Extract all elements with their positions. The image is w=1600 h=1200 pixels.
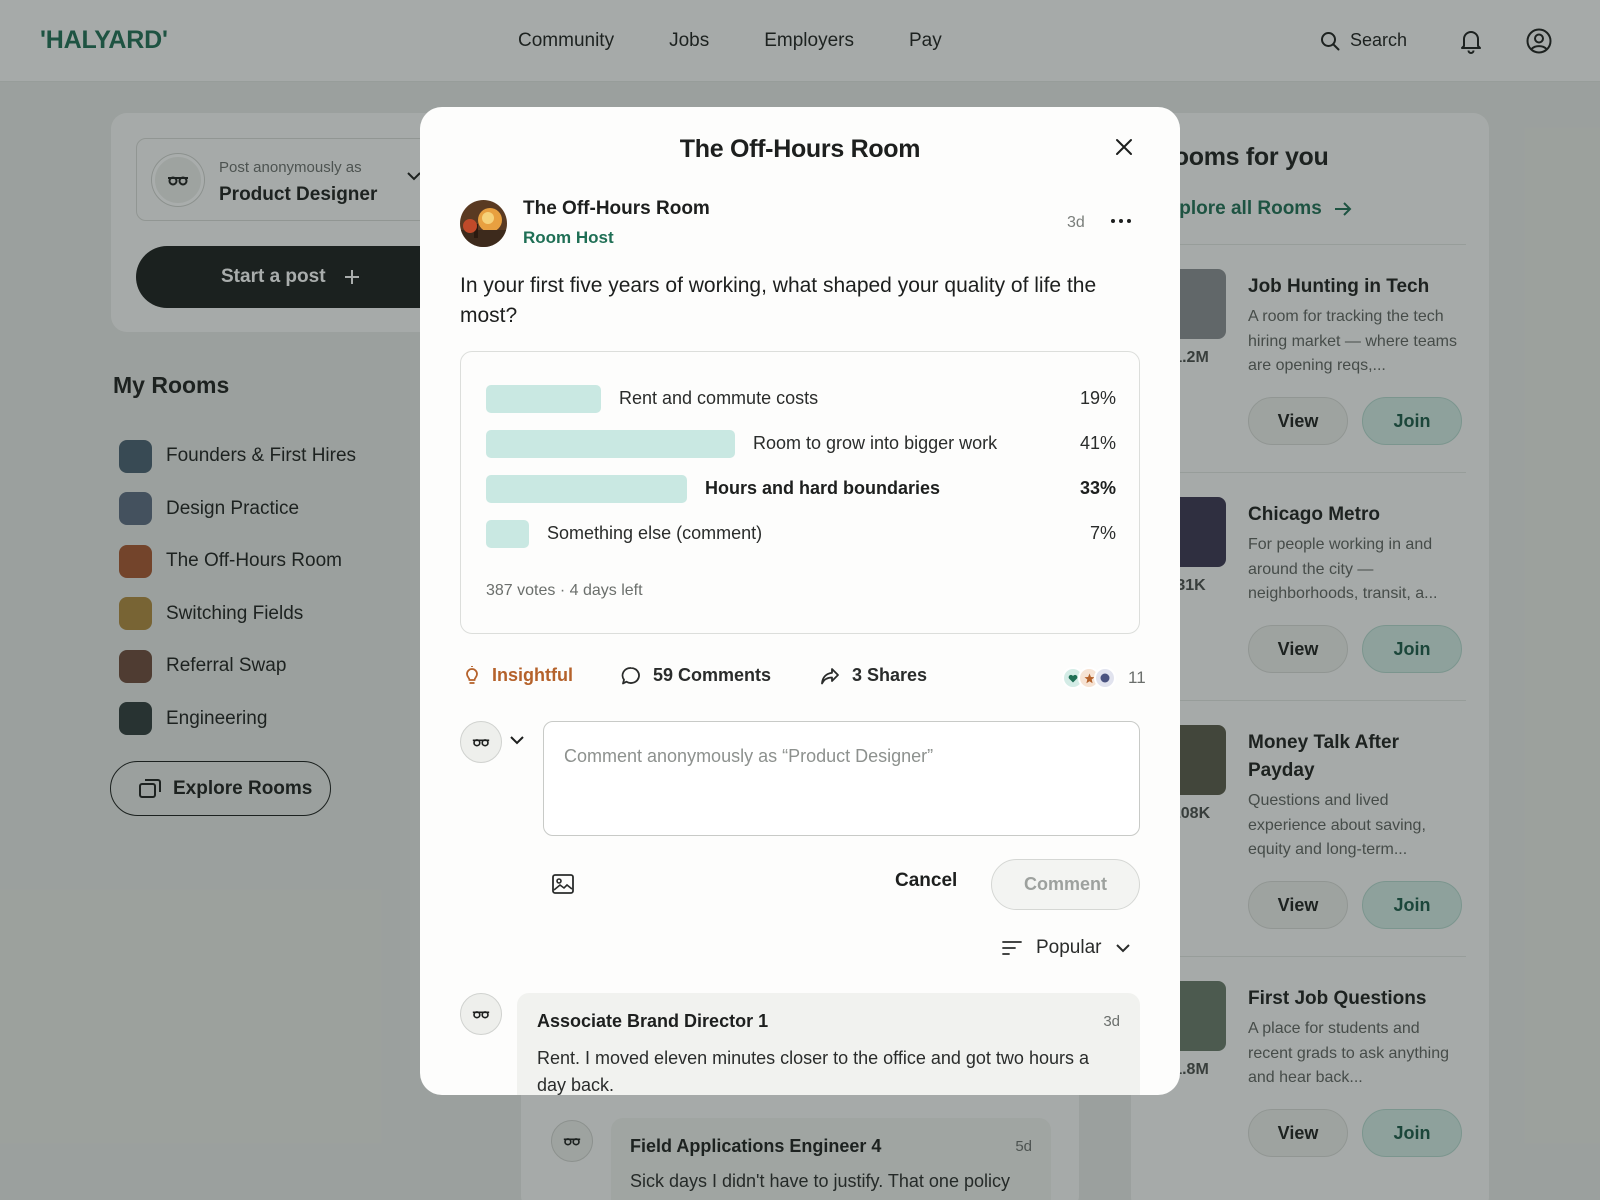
comment-input[interactable] — [544, 722, 1139, 835]
close-button[interactable] — [1115, 138, 1133, 161]
comment-time: 3d — [1103, 1013, 1120, 1030]
commenter-avatar[interactable] — [460, 721, 502, 763]
modal-title: The Off-Hours Room — [679, 135, 921, 163]
share-icon — [821, 667, 839, 684]
room-avatar — [460, 200, 507, 247]
comment-bubble: Associate Brand Director 1 3d Rent. I mo… — [517, 993, 1140, 1095]
anonymous-avatar — [460, 993, 502, 1035]
post-modal: The Off-Hours Room The Off-Hours Room Ro… — [420, 107, 1180, 1095]
post-author[interactable]: The Off-Hours Room — [523, 198, 710, 220]
poll-option-label: Something else (comment) — [547, 523, 763, 543]
chevron-down-icon — [1115, 944, 1130, 953]
poll-bar — [486, 385, 601, 413]
poll-option-selected[interactable]: Hours and hard boundaries 33% — [486, 475, 1116, 503]
poll-option-label: Hours and hard boundaries — [705, 478, 941, 498]
poll-option-percent: 41% — [1079, 433, 1116, 453]
comment-input-wrapper — [543, 721, 1140, 836]
image-icon — [552, 874, 574, 894]
comments-button[interactable]: 59 Comments — [621, 665, 771, 686]
insightful-button[interactable]: Insightful — [464, 665, 573, 686]
poll-option[interactable]: Rent and commute costs 19% — [486, 385, 1116, 413]
comment-icon — [621, 666, 640, 684]
author-role: Room Host — [523, 228, 614, 247]
comment-text: Rent. I moved eleven minutes closer to t… — [537, 1048, 1089, 1095]
sort-dropdown[interactable]: Popular — [1002, 937, 1130, 959]
shares-label: 3 Shares — [852, 665, 928, 685]
poll-option[interactable]: Room to grow into bigger work 41% — [486, 430, 1116, 458]
submit-comment-button[interactable]: Comment — [991, 859, 1140, 910]
more-options-button[interactable] — [1110, 211, 1132, 229]
incognito-icon — [472, 1011, 490, 1019]
poll-option[interactable]: Something else (comment) 7% — [486, 520, 1116, 548]
poll-option-percent: 19% — [1079, 388, 1116, 408]
poll-option-label: Rent and commute costs — [619, 388, 819, 408]
attach-image-button[interactable] — [552, 874, 574, 899]
poll: Rent and commute costs 19% Room to grow … — [460, 351, 1140, 634]
comments-label: 59 Comments — [653, 665, 772, 685]
reactions-summary[interactable]: 11 — [1062, 667, 1146, 689]
post-actions: Insightful 59 Comments 3 Shares 11 — [464, 665, 1146, 695]
post-time: 3d — [1067, 214, 1085, 231]
reactions-count: 11 — [1128, 668, 1146, 687]
comment-author[interactable]: Associate Brand Director 1 — [537, 1011, 768, 1032]
poll-option-percent: 7% — [1089, 523, 1116, 543]
poll-bar — [486, 520, 529, 548]
poll-option-percent: 33% — [1079, 478, 1116, 498]
poll-option-label: Room to grow into bigger work — [753, 433, 998, 453]
poll-meta: 387 votes · 4 days left — [486, 582, 643, 599]
sort-label: Popular — [1036, 937, 1102, 958]
incognito-icon — [472, 739, 490, 747]
room-avatar-image — [460, 200, 507, 247]
poll-bar — [486, 430, 735, 458]
lightbulb-icon — [466, 665, 478, 684]
close-icon — [1116, 139, 1132, 155]
more-horizontal-icon — [1111, 219, 1131, 223]
poll-bar — [486, 475, 687, 503]
share-button[interactable]: 3 Shares — [820, 665, 927, 686]
dot-reaction-icon — [1094, 667, 1116, 689]
chevron-down-icon[interactable] — [510, 735, 524, 745]
insightful-label: Insightful — [492, 665, 573, 685]
cancel-button[interactable]: Cancel — [895, 870, 957, 892]
post-question: In your first five years of working, wha… — [460, 274, 1097, 327]
sort-icon — [1002, 941, 1022, 955]
